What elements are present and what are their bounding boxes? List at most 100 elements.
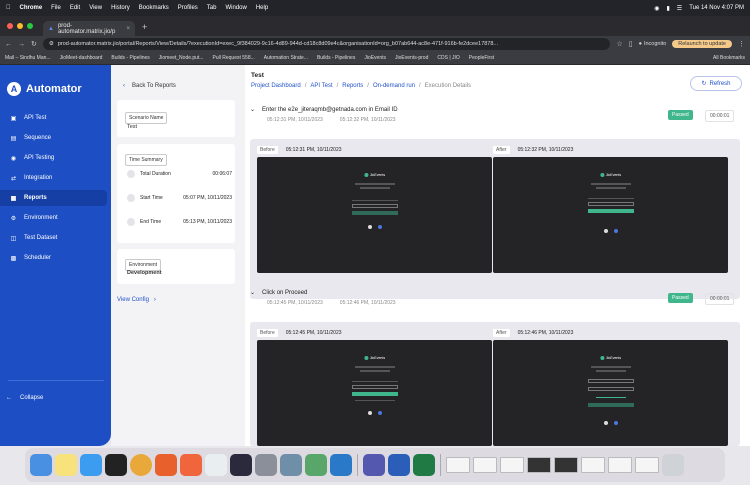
bookmark-item[interactable]: Builds - Pipelines — [111, 55, 149, 61]
terminal-icon[interactable] — [105, 454, 127, 476]
minimized-window-thumbnail[interactable] — [554, 457, 578, 473]
mongodb-icon[interactable] — [205, 454, 227, 476]
app-store-icon[interactable] — [255, 454, 277, 476]
vscode-icon[interactable] — [330, 454, 352, 476]
bookmark-item[interactable]: JioEvents-prod — [395, 55, 428, 61]
control-center-icon[interactable]: ☰ — [677, 5, 682, 12]
forward-arrow-icon[interactable]: → — [18, 41, 25, 48]
collapse-button[interactable]: ← Collapse — [6, 395, 43, 401]
screenshot-image[interactable]: JioEvents — [493, 157, 728, 273]
chevron-down-icon[interactable]: ⌄ — [250, 106, 255, 113]
kebab-menu-icon[interactable]: ⋮ — [738, 40, 745, 48]
maps-icon[interactable] — [305, 454, 327, 476]
refresh-button[interactable]: ↻ Refresh — [690, 76, 742, 91]
minimized-window-thumbnail[interactable] — [500, 457, 524, 473]
bookmark-item[interactable]: PeopleFirst — [469, 55, 494, 61]
bookmark-item[interactable]: JioEvents — [364, 55, 386, 61]
sidebar-item-test-dataset[interactable]: ◫ Test Dataset — [0, 230, 111, 246]
teams-icon[interactable] — [363, 454, 385, 476]
sidebar-item-sequence[interactable]: ▤ Sequence — [0, 130, 111, 146]
after-tag: After — [493, 145, 510, 154]
breadcrumb-project-dashboard[interactable]: Project Dashboard — [251, 83, 301, 89]
excel-icon[interactable] — [413, 454, 435, 476]
sidebar-item-scheduler[interactable]: ▩ Scheduler — [0, 250, 111, 266]
sidebar-item-integration[interactable]: ⇄ Integration — [0, 170, 111, 186]
minimized-window-thumbnail[interactable] — [473, 457, 497, 473]
minimized-window-thumbnail[interactable] — [527, 457, 551, 473]
browser-tabstrip: ▲ prod-automator.matrix.jio/p × + — [0, 16, 750, 36]
menu-file[interactable]: File — [51, 5, 61, 11]
video-app-icon[interactable] — [155, 454, 177, 476]
bookmark-item[interactable]: Mail – Sindhu Man... — [5, 55, 51, 61]
brand[interactable]: A Automator — [7, 82, 111, 96]
sidebar-item-label: Test Dataset — [24, 235, 58, 241]
trash-icon[interactable] — [662, 454, 684, 476]
battery-icon[interactable]: ▮ — [666, 5, 669, 12]
menubar-clock[interactable]: Tue 14 Nov 4:07 PM — [689, 5, 744, 11]
sidebar-item-reports[interactable]: ▦ Reports — [0, 190, 107, 206]
quicktime-icon[interactable] — [280, 454, 302, 476]
screen-social-icons — [367, 225, 382, 229]
minimized-window-thumbnail[interactable] — [608, 457, 632, 473]
minimized-window-thumbnail[interactable] — [635, 457, 659, 473]
menu-tab[interactable]: Tab — [207, 5, 217, 11]
bookmark-item[interactable]: CDS | JIO — [437, 55, 459, 61]
step-row[interactable]: ⌄ Click on Proceed 05:12:45 PM, 10/11/20… — [250, 289, 740, 306]
maximize-window-icon[interactable] — [27, 23, 33, 29]
notes-icon[interactable] — [55, 454, 77, 476]
sidebar-item-environment[interactable]: ⚙ Environment — [0, 210, 111, 226]
sidepanel-icon[interactable]: ▯ — [629, 40, 633, 48]
bookmark-star-icon[interactable]: ☆ — [616, 40, 622, 48]
arrow-left-icon: ← — [6, 395, 12, 401]
apple-icon[interactable]:  — [6, 5, 11, 11]
postman-icon[interactable] — [180, 454, 202, 476]
tab-close-icon[interactable]: × — [126, 26, 130, 32]
screenshot-image[interactable]: JioEvents — [257, 340, 492, 446]
address-bar[interactable]: ⚙ prod-automator.matrix.jio/portal/Repor… — [42, 38, 611, 50]
screenshot-image[interactable]: JioEvents — [257, 157, 492, 273]
menu-help[interactable]: Help — [256, 5, 268, 11]
bookmark-item[interactable]: Builds - Pipelines — [317, 55, 355, 61]
wifi-icon[interactable]: ◉ — [654, 5, 659, 12]
sidebar-item-api-testing[interactable]: ◉ API Testing — [0, 150, 111, 166]
menu-window[interactable]: Window — [225, 5, 246, 11]
bookmark-item[interactable]: JioMeet-dashboard — [60, 55, 103, 61]
bookmark-item[interactable]: Pull Request 558... — [213, 55, 255, 61]
back-arrow-icon[interactable]: ← — [5, 41, 12, 48]
breadcrumb-api-test[interactable]: API Test — [310, 83, 332, 89]
sidebar-item-api-test[interactable]: ▣ API Test — [0, 110, 111, 126]
close-window-icon[interactable] — [7, 23, 13, 29]
reload-icon[interactable]: ↻ — [31, 40, 37, 48]
finder-icon[interactable] — [30, 454, 52, 476]
bookmark-item[interactable]: Automation Strate... — [264, 55, 308, 61]
new-tab-icon[interactable]: + — [142, 22, 147, 32]
breadcrumb-on-demand-run[interactable]: On-demand run — [373, 83, 415, 89]
minimized-window-thumbnail[interactable] — [581, 457, 605, 473]
screenshot-image[interactable]: JioEvents — [493, 340, 728, 446]
relaunch-button[interactable]: Relaunch to update — [672, 40, 732, 48]
menu-history[interactable]: History — [111, 5, 130, 11]
breadcrumb-reports[interactable]: Reports — [342, 83, 363, 89]
minimize-window-icon[interactable] — [17, 23, 23, 29]
dataset-icon: ◫ — [10, 235, 17, 242]
chrome-icon[interactable] — [130, 454, 152, 476]
menu-view[interactable]: View — [89, 5, 102, 11]
menu-bookmarks[interactable]: Bookmarks — [139, 5, 169, 11]
jioevents-logo: JioEvents — [363, 173, 385, 177]
chevron-down-icon[interactable]: ⌄ — [250, 289, 255, 296]
back-to-reports-link[interactable]: ‹ Back To Reports — [123, 83, 176, 89]
word-icon[interactable] — [388, 454, 410, 476]
safari-icon[interactable] — [80, 454, 102, 476]
menu-edit[interactable]: Edit — [70, 5, 80, 11]
menubar-app-name[interactable]: Chrome — [20, 5, 43, 11]
step-row[interactable]: ⌄ Enter the e2e_jiteraqmb@getnada.com in… — [250, 106, 740, 123]
menu-profiles[interactable]: Profiles — [178, 5, 198, 11]
view-config-link[interactable]: View Config › — [117, 297, 156, 303]
incognito-indicator[interactable]: ● Incognito — [639, 41, 667, 47]
site-info-icon[interactable]: ⚙ — [49, 41, 54, 47]
bookmark-item[interactable]: Jiomeet_Node.put... — [159, 55, 204, 61]
all-bookmarks[interactable]: All Bookmarks — [713, 55, 745, 61]
minimized-window-thumbnail[interactable] — [446, 457, 470, 473]
browser-tab-active[interactable]: ▲ prod-automator.matrix.jio/p × — [43, 21, 135, 36]
intellij-icon[interactable] — [230, 454, 252, 476]
